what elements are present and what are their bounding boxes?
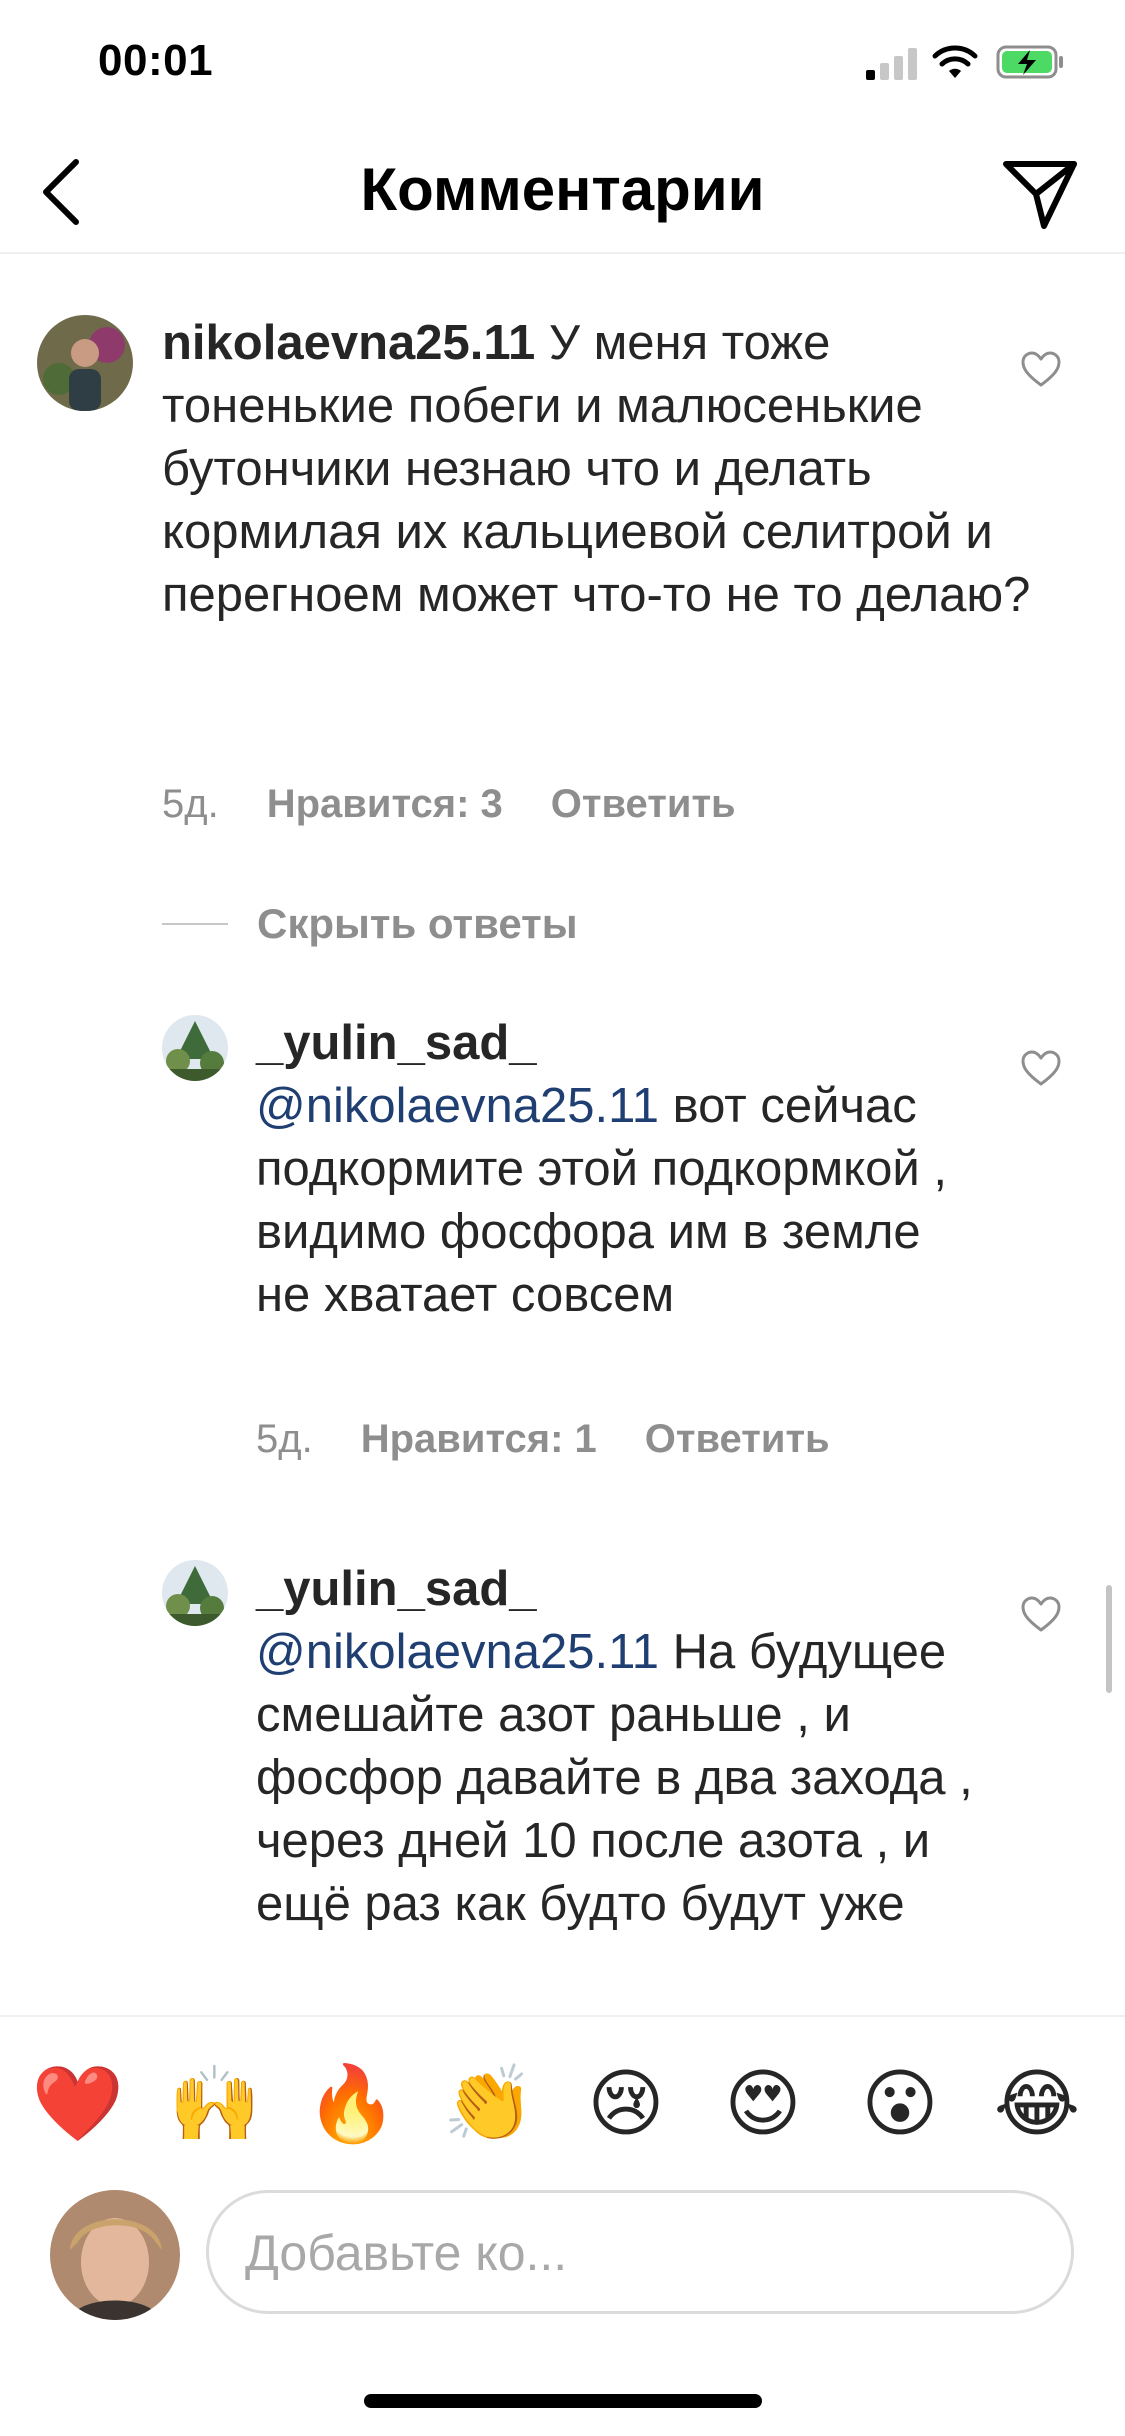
current-user-avatar bbox=[50, 2190, 180, 2320]
cellular-signal-icon bbox=[866, 48, 917, 80]
comment-username[interactable]: nikolaevna25.11 bbox=[162, 316, 535, 370]
comment-input-placeholder: Добавьте ко... bbox=[245, 2225, 568, 2281]
battery-charging-icon bbox=[996, 45, 1063, 79]
like-heart-icon[interactable] bbox=[1020, 1049, 1062, 1087]
comment-meta: 5д. Нравится: 3 Ответить bbox=[162, 782, 784, 827]
likes-count-button[interactable]: Нравится: 3 bbox=[267, 782, 503, 826]
emoji-bar: ❤️ 🙌 🔥 👏 😢 😍 😮 😂 bbox=[0, 2015, 1125, 2187]
status-bar: 00:01 bbox=[0, 0, 1125, 130]
reply-time: 5д. bbox=[256, 1417, 313, 1461]
emoji-laughing-button[interactable]: 😂 bbox=[987, 2059, 1087, 2149]
like-heart-icon[interactable] bbox=[1020, 350, 1062, 388]
emoji-heart-button[interactable]: ❤️ bbox=[28, 2059, 128, 2149]
avatar[interactable] bbox=[162, 1560, 228, 1626]
reply-text: _yulin_sad_ @nikolaevna25.11 На будущее … bbox=[256, 1558, 976, 1936]
emoji-fire-button[interactable]: 🔥 bbox=[302, 2059, 402, 2149]
avatar-photo-icon bbox=[162, 1560, 228, 1626]
mention-link[interactable]: @nikolaevna25.11 bbox=[256, 1079, 659, 1133]
reply-username[interactable]: _yulin_sad_ bbox=[256, 1012, 976, 1075]
hide-replies-label[interactable]: Скрыть ответы bbox=[257, 898, 578, 950]
reply-text: _yulin_sad_ @nikolaevna25.11 вот сейчас … bbox=[256, 1012, 976, 1327]
emoji-surprised-button[interactable]: 😮 bbox=[850, 2059, 950, 2149]
wifi-icon bbox=[932, 45, 978, 78]
page-title: Комментарии bbox=[360, 156, 765, 223]
avatar[interactable] bbox=[162, 1015, 228, 1081]
likes-count-button[interactable]: Нравится: 1 bbox=[361, 1417, 597, 1461]
emoji-raised-hands-button[interactable]: 🙌 bbox=[165, 2059, 265, 2149]
home-indicator bbox=[364, 2394, 762, 2408]
send-direct-icon[interactable] bbox=[1000, 156, 1080, 232]
like-heart-icon[interactable] bbox=[1020, 1595, 1062, 1633]
status-time: 00:01 bbox=[98, 36, 214, 85]
reply-button[interactable]: Ответить bbox=[551, 782, 736, 826]
reply-meta: 5д. Нравится: 1 Ответить bbox=[256, 1417, 878, 1462]
header: Комментарии bbox=[0, 130, 1125, 254]
avatar-photo-icon bbox=[37, 315, 133, 411]
comment-text: nikolaevna25.11 У меня тоже тоненькие по… bbox=[162, 312, 1042, 627]
mention-link[interactable]: @nikolaevna25.11 bbox=[256, 1625, 659, 1679]
divider bbox=[162, 923, 228, 925]
avatar[interactable] bbox=[37, 315, 133, 411]
comment-time: 5д. bbox=[162, 782, 219, 826]
reply-username[interactable]: _yulin_sad_ bbox=[256, 1558, 976, 1621]
avatar-photo-icon bbox=[162, 1015, 228, 1081]
emoji-crying-button[interactable]: 😢 bbox=[576, 2059, 676, 2149]
scrollbar[interactable] bbox=[1106, 1585, 1112, 1693]
avatar-photo-icon bbox=[50, 2190, 180, 2320]
comment-input[interactable]: Добавьте ко... bbox=[206, 2190, 1074, 2314]
emoji-clap-button[interactable]: 👏 bbox=[439, 2059, 539, 2149]
emoji-heart-eyes-button[interactable]: 😍 bbox=[713, 2059, 813, 2149]
reply-button[interactable]: Ответить bbox=[645, 1417, 830, 1461]
